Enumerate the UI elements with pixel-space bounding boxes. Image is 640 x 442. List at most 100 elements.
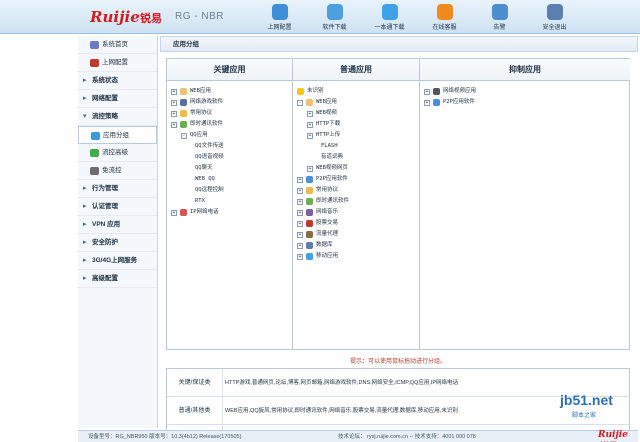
app-category-icon <box>306 209 313 216</box>
tree-node[interactable]: 未识别 <box>297 86 415 97</box>
home-icon <box>90 41 99 49</box>
expand-icon[interactable]: + <box>171 110 177 117</box>
ruijie-logo: Ruijie <box>90 8 140 26</box>
tree-node-label: 即时通讯软件 <box>190 121 224 127</box>
toolbar-button-1[interactable]: 软件下载 <box>307 1 362 33</box>
toolbar-button-5[interactable]: 安全退出 <box>527 1 582 33</box>
tree-node[interactable]: 有道词典 <box>297 152 415 163</box>
tree-node-label: 股票交易 <box>316 220 339 226</box>
expand-icon[interactable]: + <box>297 187 303 194</box>
expand-icon[interactable]: + <box>171 99 177 106</box>
tree-node[interactable]: + IP网络电话 <box>171 207 288 218</box>
tree-node[interactable]: + 即时通讯软件 <box>297 196 415 207</box>
sidebar-item-10[interactable]: VPN 应用 <box>78 216 157 234</box>
watermark-sub: 脚本之家 <box>572 413 597 419</box>
app-category-icon <box>306 187 313 194</box>
sidebar: 系统首页上网配置系统状态网络配置流控策略应用分组流控高级免流控行为管理认证管理 V… <box>78 36 158 428</box>
tree-node[interactable]: + 股票交易 <box>297 218 415 229</box>
sidebar-item-1[interactable]: 上网配置 <box>78 54 157 72</box>
tree-node[interactable]: - QQ应用 <box>171 130 288 141</box>
sidebar-item-label: 3G/4G上网服务 <box>92 257 138 264</box>
sidebar-item-12[interactable]: 3G/4G上网服务 <box>78 252 157 270</box>
tree-node[interactable]: + 即时通讯软件 <box>171 119 288 130</box>
app-category-icon <box>180 121 187 128</box>
app-category-icon <box>306 198 313 205</box>
tree-node[interactable]: QQ文件传送 <box>171 141 288 152</box>
tree-node[interactable]: + WEB视频 <box>297 108 415 119</box>
expand-icon[interactable]: + <box>297 231 303 238</box>
sidebar-item-7[interactable]: 免流控 <box>78 162 157 180</box>
sidebar-item-4[interactable]: 流控策略 <box>78 108 157 126</box>
tree-node[interactable]: + P2P应用软件 <box>424 97 626 108</box>
sidebar-item-13[interactable]: 高级配置 <box>78 270 157 288</box>
tree-node-label: FLASH <box>321 143 338 149</box>
tree-node[interactable]: + 网络游戏软件 <box>171 97 288 108</box>
toolbar-button-4[interactable]: 告警 <box>472 1 527 33</box>
tree-node-label: WEB应用 <box>316 99 337 105</box>
flow-advanced-icon <box>90 149 99 157</box>
collapse-icon[interactable]: - <box>297 99 303 106</box>
tree-node[interactable]: RTX <box>171 196 288 207</box>
tree-node-label: 常用协议 <box>190 110 213 116</box>
tree-node[interactable]: FLASH <box>297 141 415 152</box>
expand-icon[interactable]: + <box>424 99 430 106</box>
tree-node[interactable]: + HTTP下载 <box>297 119 415 130</box>
tree-node[interactable]: QQ聊天 <box>171 163 288 174</box>
expand-icon[interactable]: + <box>297 220 303 227</box>
tree-node[interactable]: + 流量代理 <box>297 229 415 240</box>
tree-node[interactable]: + WEB应用 <box>171 86 288 97</box>
expand-icon[interactable]: + <box>171 88 177 95</box>
tree-node[interactable]: + HTTP上传 <box>297 130 415 141</box>
expand-icon[interactable]: + <box>297 176 303 183</box>
tree-node[interactable]: QQ远程控制 <box>171 185 288 196</box>
sidebar-item-6[interactable]: 流控高级 <box>78 144 157 162</box>
sidebar-item-0[interactable]: 系统首页 <box>78 36 157 54</box>
logo-subtitle: 锐易 <box>140 13 162 25</box>
alarm-icon <box>491 4 508 20</box>
sidebar-item-8[interactable]: 行为管理 <box>78 180 157 198</box>
expand-icon[interactable]: + <box>424 88 430 95</box>
sidebar-item-11[interactable]: 安全防护 <box>78 234 157 252</box>
expand-icon[interactable]: + <box>297 209 303 216</box>
app-category-icon <box>433 99 440 106</box>
toolbar-button-label: 告警 <box>493 25 506 31</box>
top-header: Ruijie 锐易 RG - NBR 上网配置 软件下载 一本通下载 在线客服 告警 安全… <box>0 0 640 34</box>
collapse-icon[interactable]: - <box>181 132 187 139</box>
sidebar-item-5[interactable]: 应用分组 <box>78 126 157 144</box>
tree-node[interactable]: - WEB应用 <box>297 97 415 108</box>
expand-icon[interactable]: + <box>307 110 313 117</box>
tree-node[interactable]: WEB QQ <box>171 174 288 185</box>
expand-icon[interactable]: + <box>171 121 177 128</box>
app-category-icon <box>306 176 313 183</box>
tree-node[interactable]: + 移动应用 <box>297 251 415 262</box>
logout-icon <box>546 4 563 20</box>
sidebar-item-9[interactable]: 认证管理 <box>78 198 157 216</box>
tree-node[interactable]: QQ语音视频 <box>171 152 288 163</box>
tree-node[interactable]: + 网络视频应用 <box>424 86 626 97</box>
toolbar-button-3[interactable]: 在线客服 <box>417 1 472 33</box>
app-category-icon <box>306 253 313 260</box>
sidebar-item-3[interactable]: 网络配置 <box>78 90 157 108</box>
customer-service-icon <box>436 4 453 20</box>
tree-node[interactable]: + 网络音乐 <box>297 207 415 218</box>
expand-icon[interactable]: + <box>297 253 303 260</box>
expand-icon[interactable]: + <box>307 121 313 128</box>
tree-node[interactable]: + 数据库 <box>297 240 415 251</box>
tree-node[interactable]: + P2P应用软件 <box>297 174 415 185</box>
column-header: 抑制应用 <box>420 59 630 81</box>
expand-icon[interactable]: + <box>297 242 303 249</box>
tree-node[interactable]: + 常用协议 <box>297 185 415 196</box>
tree-node[interactable]: + WEB视频网页 <box>297 163 415 174</box>
sidebar-item-2[interactable]: 系统状态 <box>78 72 157 90</box>
sidebar-item-label: 系统状态 <box>92 77 118 84</box>
tree-node[interactable]: + 常用协议 <box>171 108 288 119</box>
book-download-icon <box>381 4 398 20</box>
toolbar-button-2[interactable]: 一本通下载 <box>362 1 417 33</box>
expand-icon[interactable]: + <box>307 165 313 172</box>
sidebar-item-label: 免流控 <box>102 167 122 174</box>
expand-icon[interactable]: + <box>171 209 177 216</box>
toolbar-button-0[interactable]: 上网配置 <box>252 1 307 33</box>
page-title: 应用分组 <box>160 36 638 52</box>
expand-icon[interactable]: + <box>297 198 303 205</box>
expand-icon[interactable]: + <box>307 132 313 139</box>
